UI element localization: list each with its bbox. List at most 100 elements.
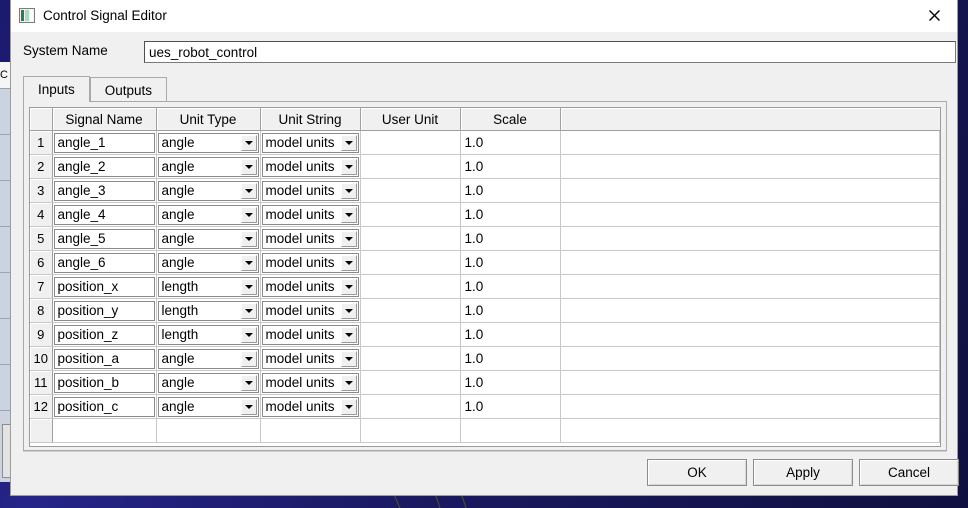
row-number[interactable]: 10: [30, 347, 52, 371]
chevron-down-icon[interactable]: [241, 327, 257, 343]
row-number[interactable]: 8: [30, 299, 52, 323]
table-row[interactable]: 5angle_5anglemodel units1.0: [30, 227, 940, 251]
chevron-down-icon[interactable]: [241, 279, 257, 295]
cell-user-unit[interactable]: [360, 251, 460, 275]
unit-string-dropdown[interactable]: model units: [262, 133, 359, 153]
cell-signal-name[interactable]: position_z: [52, 323, 156, 347]
cell-user-unit[interactable]: [360, 323, 460, 347]
unit-type-dropdown[interactable]: angle: [158, 181, 259, 201]
unit-type-dropdown[interactable]: angle: [158, 133, 259, 153]
unit-string-dropdown[interactable]: model units: [262, 181, 359, 201]
cell-user-unit[interactable]: [360, 203, 460, 227]
unit-type-dropdown[interactable]: angle: [158, 205, 259, 225]
cell-unit-string[interactable]: model units: [260, 227, 360, 251]
cell-unit-type[interactable]: angle: [156, 227, 260, 251]
cell-user-unit[interactable]: [360, 395, 460, 419]
chevron-down-icon[interactable]: [341, 159, 357, 175]
cell-user-unit[interactable]: [360, 347, 460, 371]
table-row[interactable]: 3angle_3anglemodel units1.0: [30, 179, 940, 203]
cell-scale[interactable]: 1.0: [460, 347, 560, 371]
column-header-unit-string[interactable]: Unit String: [260, 108, 360, 131]
chevron-down-icon[interactable]: [241, 159, 257, 175]
unit-type-dropdown[interactable]: length: [158, 277, 259, 297]
cell-user-unit[interactable]: [360, 275, 460, 299]
cancel-button[interactable]: Cancel: [859, 459, 959, 486]
cell-user-unit[interactable]: [360, 155, 460, 179]
cell-user-unit[interactable]: [360, 371, 460, 395]
table-row[interactable]: 12position_canglemodel units 1.0: [30, 395, 940, 419]
unit-type-dropdown[interactable]: angle: [158, 373, 259, 393]
row-number[interactable]: 6: [30, 251, 52, 275]
signal-name-input[interactable]: angle_4: [54, 205, 155, 225]
cell-unit-type[interactable]: angle: [156, 155, 260, 179]
chevron-down-icon[interactable]: [241, 183, 257, 199]
cell-unit-string[interactable]: model units: [260, 203, 360, 227]
chevron-down-icon[interactable]: [241, 351, 257, 367]
chevron-down-icon[interactable]: [241, 255, 257, 271]
table-row[interactable]: 10position_aanglemodel units1.0: [30, 347, 940, 371]
signal-name-input[interactable]: position_b: [54, 373, 155, 393]
table-row[interactable]: 6angle_6anglemodel units1.0: [30, 251, 940, 275]
chevron-down-icon[interactable]: [341, 303, 357, 319]
cell-signal-name[interactable]: position_c: [52, 395, 156, 419]
signal-name-input[interactable]: position_z: [54, 325, 155, 345]
chevron-down-icon[interactable]: [341, 327, 357, 343]
unit-string-dropdown[interactable]: model units: [262, 301, 359, 321]
cell-user-unit[interactable]: [360, 179, 460, 203]
cell-scale[interactable]: [460, 419, 560, 443]
table-row[interactable]: 11position_banglemodel units1.0: [30, 371, 940, 395]
unit-string-dropdown[interactable]: model units: [262, 229, 359, 249]
chevron-down-icon[interactable]: [241, 399, 257, 415]
cell-signal-name[interactable]: position_b: [52, 371, 156, 395]
chevron-down-icon[interactable]: [241, 375, 257, 391]
chevron-down-icon[interactable]: [341, 399, 357, 415]
cell-signal-name[interactable]: position_a: [52, 347, 156, 371]
cell-scale[interactable]: 1.0: [460, 395, 560, 419]
tab-inputs[interactable]: Inputs: [23, 76, 90, 102]
cell-unit-type[interactable]: angle: [156, 371, 260, 395]
cell-signal-name[interactable]: angle_1: [52, 131, 156, 155]
apply-button[interactable]: Apply: [753, 459, 853, 486]
cell-unit-type[interactable]: angle: [156, 395, 260, 419]
tab-outputs[interactable]: Outputs: [90, 77, 167, 102]
row-number[interactable]: [30, 419, 52, 443]
cell-unit-string[interactable]: model units: [260, 299, 360, 323]
table-row[interactable]: 4angle_4anglemodel units 1.0: [30, 203, 940, 227]
column-header-user-unit[interactable]: User Unit: [360, 108, 460, 131]
cell-unit-string[interactable]: model units: [260, 155, 360, 179]
cell-scale[interactable]: 1.0: [460, 251, 560, 275]
chevron-down-icon[interactable]: [241, 303, 257, 319]
unit-type-dropdown[interactable]: angle: [158, 253, 259, 273]
cell-scale[interactable]: 1.0: [460, 179, 560, 203]
chevron-down-icon[interactable]: [341, 183, 357, 199]
cell-signal-name[interactable]: angle_3: [52, 179, 156, 203]
unit-type-dropdown[interactable]: length: [158, 325, 259, 345]
table-row[interactable]: 8position_ylengthmodel units1.0: [30, 299, 940, 323]
table-corner-header[interactable]: [30, 108, 52, 131]
column-header-unit-type[interactable]: Unit Type: [156, 108, 260, 131]
row-number[interactable]: 7: [30, 275, 52, 299]
unit-string-dropdown[interactable]: model units: [262, 253, 359, 273]
chevron-down-icon[interactable]: [241, 135, 257, 151]
chevron-down-icon[interactable]: [341, 207, 357, 223]
table-row[interactable]: [30, 419, 940, 443]
cell-unit-type[interactable]: length: [156, 323, 260, 347]
unit-type-dropdown[interactable]: angle: [158, 229, 259, 249]
ok-button[interactable]: OK: [647, 459, 747, 486]
cell-unit-type[interactable]: angle: [156, 347, 260, 371]
row-number[interactable]: 4: [30, 203, 52, 227]
table-row[interactable]: 9position_zlengthmodel units1.0: [30, 323, 940, 347]
cell-unit-type[interactable]: angle: [156, 251, 260, 275]
cell-unit-string[interactable]: model units: [260, 179, 360, 203]
cell-unit-type[interactable]: angle: [156, 179, 260, 203]
row-number[interactable]: 12: [30, 395, 52, 419]
cell-unit-type[interactable]: length: [156, 299, 260, 323]
signal-name-input[interactable]: angle_1: [54, 133, 155, 153]
unit-type-dropdown[interactable]: length: [158, 301, 259, 321]
row-number[interactable]: 2: [30, 155, 52, 179]
unit-string-dropdown[interactable]: model units: [262, 373, 359, 393]
cell-unit-string[interactable]: model units: [260, 395, 360, 419]
table-row[interactable]: 7position_xlengthmodel units1.0: [30, 275, 940, 299]
chevron-down-icon[interactable]: [341, 135, 357, 151]
cell-scale[interactable]: 1.0: [460, 203, 560, 227]
